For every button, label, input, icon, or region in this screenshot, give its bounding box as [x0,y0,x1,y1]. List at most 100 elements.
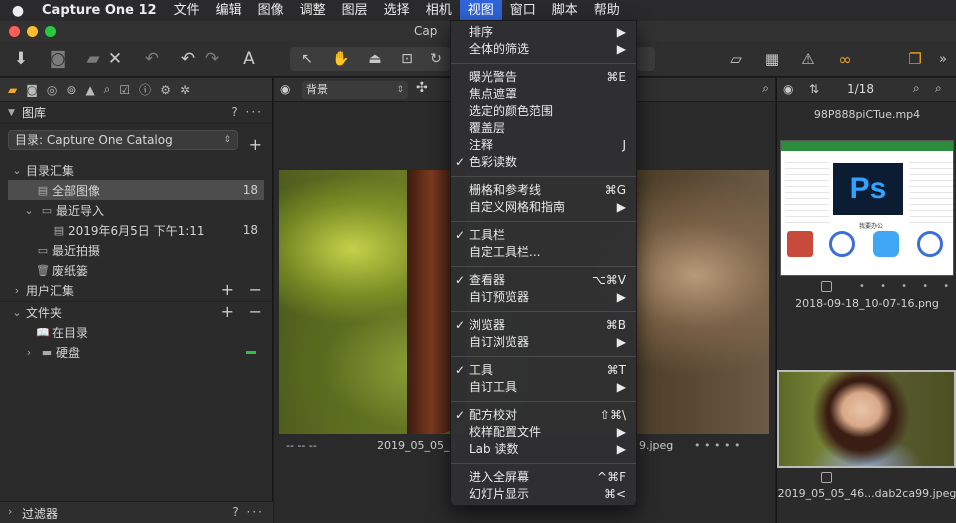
adjustments-tab-icon[interactable]: ☑ [119,83,130,97]
background-select[interactable]: 背景 ⇕ [302,81,408,99]
exposure-tab-icon[interactable]: ▲ [85,83,94,97]
library-section-header[interactable]: ▼ 图库 ? ··· [0,102,272,124]
app-menu[interactable]: Capture One 12 [36,3,166,18]
filter-search-icon[interactable]: ⌕ [935,81,942,96]
menu-item-customize-tools[interactable]: 自订工具 ▶ [451,379,636,396]
hard-disk-row[interactable]: › ▬ 硬盘 [0,342,272,362]
menu-item-proof-profile[interactable]: 校样配置文件 ▶ [451,424,636,441]
more-tools-icon[interactable]: » [936,47,950,71]
exposure-warning-icon[interactable]: ⚠ [798,47,818,71]
menu-item-customize-browser[interactable]: 自订浏览器 ▶ [451,334,636,351]
library-actions[interactable]: ? ··· [231,105,263,119]
menu-item-sort[interactable]: 排序 ▶ [451,24,636,41]
rating-dots[interactable]: • • • • • [859,281,955,292]
remove-user-collection-icon[interactable]: − [249,280,262,299]
workspace-icon[interactable]: ❐ [904,47,926,71]
search-icon[interactable]: ⌕ [762,81,769,96]
text-tool-icon[interactable]: A [238,47,260,71]
recent-imports-row[interactable]: ⌄ ▭ 最近导入 [0,200,272,220]
thumbnail-screenshot[interactable]: Ps 我要办公 [780,140,954,276]
maximize-window-button[interactable] [45,26,56,37]
metadata-tab-icon[interactable]: ⓘ [139,81,151,98]
eye-icon[interactable]: ◉ [783,82,793,96]
search-icon[interactable]: ⌕ [913,81,920,96]
recent-captures-row[interactable]: ▭ 最近拍摄 [0,240,272,260]
menu-item-focus-mask[interactable]: 焦点遮罩 [451,86,636,103]
close-window-button[interactable] [9,26,20,37]
menu-item-global-filter[interactable]: 全体的筛选 ▶ [451,41,636,58]
menu-item-fullscreen[interactable]: 进入全屏幕 ^⌘F [451,469,636,486]
color-tab-icon[interactable]: ⊚ [66,83,76,97]
menu-item-customize-viewer[interactable]: 自订预览器 ▶ [451,289,636,306]
select-checkbox[interactable] [821,472,832,483]
menu-view[interactable]: 视图 [459,0,502,21]
menu-item-recipe-proofing[interactable]: ✓ 配方校对 ⇧⌘\ [451,407,636,424]
menu-item-slideshow[interactable]: 幻灯片显示 ⌘< [451,486,636,503]
sort-icon[interactable]: ⇅ [809,82,819,96]
menu-item-viewer[interactable]: ✓ 查看器 ⌥⌘V [451,272,636,289]
menu-edit[interactable]: 编辑 [208,0,250,21]
redo-icon[interactable]: ↷ [202,47,222,71]
select-cursor-icon[interactable]: ↖ [296,47,318,71]
details-tab-icon[interactable]: ⌕ [104,82,111,97]
menu-item-browser[interactable]: ✓ 浏览器 ⌘B [451,317,636,334]
folders-row[interactable]: ⌄ 文件夹 + − [0,302,272,322]
trash-row[interactable]: 🗑 废纸篓 [0,260,272,280]
menu-item-annotations[interactable]: 注释 J [451,137,636,154]
filters-actions[interactable]: ? ··· [232,505,264,519]
batch-tab-icon[interactable]: ✲ [180,83,190,97]
undo-icon[interactable]: ↶ [178,47,198,71]
export-folder-icon[interactable]: ▰ [82,47,104,71]
capture-tab-icon[interactable]: ◙ [26,83,38,97]
proof-glasses-icon[interactable]: ∞ [830,47,860,71]
user-collections-row[interactable]: › 用户汇集 + − [0,280,272,300]
minimize-window-button[interactable] [27,26,38,37]
grid-icon[interactable]: ▦ [762,47,782,71]
menu-camera[interactable]: 相机 [418,0,460,21]
catalog-collections-row[interactable]: ⌄ 目录汇集 [0,160,272,180]
library-tab-icon[interactable]: ▰ [8,83,17,97]
catalog-select[interactable]: 目录: Capture One Catalog ⇕ [8,130,238,150]
add-user-collection-icon[interactable]: + [221,280,234,299]
menu-item-lab-readout[interactable]: Lab 读数 ▶ [451,441,636,458]
menu-item-toolbar[interactable]: ✓ 工具栏 [451,227,636,244]
import-icon[interactable]: ⬇ [10,47,32,71]
add-folder-icon[interactable]: + [221,302,234,321]
pan-hand-icon[interactable]: ✋ [330,47,352,71]
crop-icon[interactable]: ⊡ [396,47,418,71]
camera-icon[interactable]: ◙ [46,47,70,71]
add-catalog-icon[interactable]: + [249,135,262,154]
reset-icon[interactable]: ↶ [142,47,162,71]
menu-item-custom-grid[interactable]: 自定义网格和指南 ▶ [451,199,636,216]
apple-menu-icon[interactable]: ● [0,3,36,19]
output-tab-icon[interactable]: ⚙ [160,83,171,97]
in-catalog-row[interactable]: 📖 在目录 [0,322,272,342]
menu-file[interactable]: 文件 [166,0,208,21]
remove-folder-icon[interactable]: − [249,302,262,321]
loupe-icon[interactable]: ⏏ [364,47,386,71]
delete-icon[interactable]: ✕ [106,47,124,71]
menu-layers[interactable]: 图层 [334,0,376,21]
menu-item-grid-guides[interactable]: 栅格和参考线 ⌘G [451,182,636,199]
filters-section-header[interactable]: › 过滤器 ? ··· [0,501,273,523]
menu-select[interactable]: 选择 [376,0,418,21]
menu-help[interactable]: 帮助 [586,0,628,21]
select-checkbox[interactable] [821,281,832,292]
eye-icon[interactable]: ◉ [280,82,290,96]
menu-item-exposure-warning[interactable]: 曝光警告 ⌘E [451,69,636,86]
menu-item-color-readout[interactable]: ✓ 色彩读数 [451,154,636,171]
import-date-row[interactable]: ▤ 2019年6月5日 下午1:11 18 [0,220,272,240]
lens-tab-icon[interactable]: ◎ [47,83,57,97]
all-images-row[interactable]: ▤ 全部图像 18 [8,180,264,200]
add-variant-icon[interactable]: ✣ [416,80,428,96]
menu-image[interactable]: 图像 [250,0,292,21]
menu-item-tools[interactable]: ✓ 工具 ⌘T [451,362,636,379]
menu-item-overlay[interactable]: 覆盖层 [451,120,636,137]
menu-script[interactable]: 脚本 [544,0,586,21]
edit-overlay-icon[interactable]: ▱ [724,47,748,71]
thumbnail-portrait-selected[interactable] [777,370,956,468]
menu-item-customize-toolbar[interactable]: 自定工具栏... [451,244,636,261]
rotate-icon[interactable]: ↻ [426,47,446,71]
menu-window[interactable]: 窗口 [502,0,544,21]
menu-adjust[interactable]: 调整 [292,0,334,21]
